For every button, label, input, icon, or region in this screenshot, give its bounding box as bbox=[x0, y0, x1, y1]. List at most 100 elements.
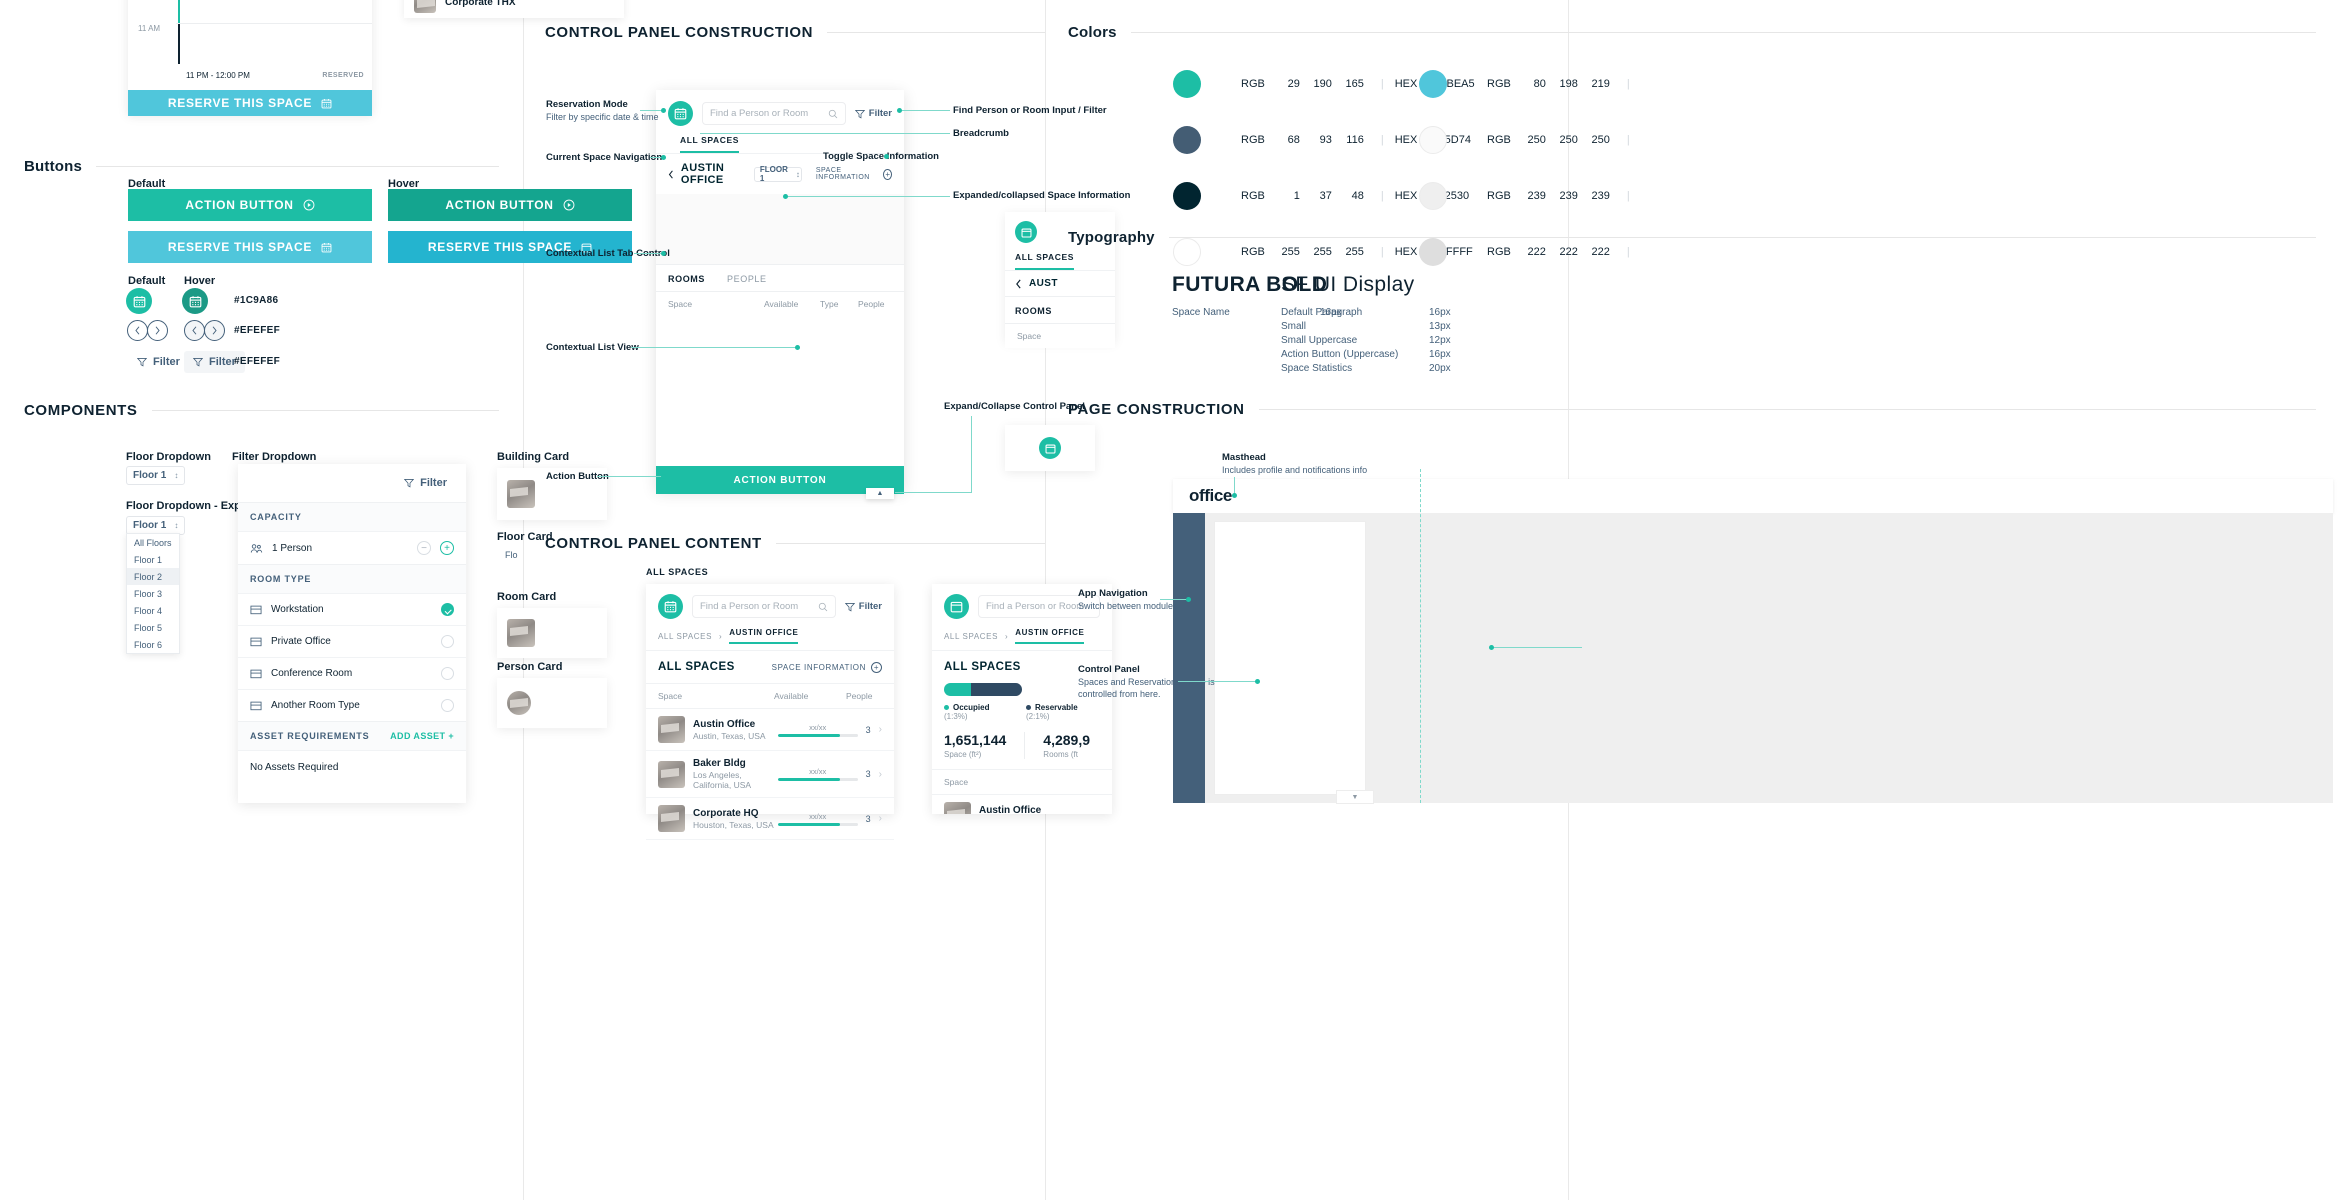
expand-icon-button[interactable] bbox=[1039, 437, 1061, 459]
floor-option[interactable]: Floor 5 bbox=[127, 619, 179, 636]
card-b-reservation-icon[interactable] bbox=[944, 594, 969, 619]
card-a-filter-button[interactable]: Filter bbox=[844, 601, 882, 612]
action-button-default[interactable]: ACTION BUTTON bbox=[128, 189, 372, 221]
floor-option[interactable]: Floor 4 bbox=[127, 602, 179, 619]
person-card[interactable] bbox=[497, 678, 607, 728]
tab-rooms[interactable]: ROOMS bbox=[668, 265, 705, 291]
calendar-reserve-button[interactable]: RESERVE THIS SPACE bbox=[128, 90, 372, 116]
mini-reservation-icon[interactable] bbox=[1015, 221, 1037, 243]
reserve-button-default[interactable]: RESERVE THIS SPACE bbox=[128, 231, 372, 263]
play-icon bbox=[303, 199, 315, 211]
crumb-current[interactable]: AUSTIN OFFICE bbox=[729, 628, 799, 644]
room-icon bbox=[250, 701, 262, 711]
card-a-space-info[interactable]: SPACE INFORMATION + bbox=[772, 661, 882, 673]
chevron-right-icon[interactable]: › bbox=[879, 813, 882, 824]
cp-filter-button[interactable]: Filter bbox=[854, 108, 892, 119]
filter-panel-toggle[interactable]: Filter bbox=[395, 472, 456, 494]
capacity-decrement[interactable]: − bbox=[417, 541, 431, 555]
search-input[interactable]: Find a Person or Room bbox=[702, 102, 846, 125]
type-size: 16px bbox=[1429, 307, 1451, 318]
leader-line bbox=[895, 492, 972, 493]
mini-tab-all-spaces[interactable]: ALL SPACES bbox=[1015, 252, 1075, 270]
chevron-left-icon[interactable] bbox=[668, 169, 674, 180]
legend-occupied-label: Occupied bbox=[953, 703, 990, 712]
prev-button-default[interactable] bbox=[127, 320, 148, 341]
crumb-root[interactable]: ALL SPACES bbox=[658, 632, 712, 641]
space-information-toggle[interactable]: + bbox=[871, 661, 882, 673]
divider: | bbox=[1626, 190, 1630, 202]
crumb-current[interactable]: AUSTIN OFFICE bbox=[1015, 628, 1085, 644]
floor-option[interactable]: All Floors bbox=[127, 534, 179, 551]
room-type-radio[interactable] bbox=[441, 603, 454, 616]
leader-line bbox=[700, 133, 950, 134]
availability-label: xx/xx bbox=[809, 767, 827, 776]
filter-button-default[interactable]: Filter bbox=[128, 351, 189, 373]
floor-selector[interactable]: FLOOR 1 ↕ bbox=[753, 165, 802, 183]
space-information-toggle[interactable]: + bbox=[883, 168, 892, 180]
wireframe-collapse-handle[interactable]: ▼ bbox=[1336, 790, 1374, 804]
mini-tab-rooms[interactable]: ROOMS bbox=[1015, 297, 1052, 323]
add-asset-button[interactable]: ADD ASSET + bbox=[390, 731, 454, 741]
rgb-b: 222 bbox=[1591, 246, 1610, 258]
next-button-default[interactable] bbox=[147, 320, 168, 341]
wireframe-control-panel bbox=[1214, 521, 1366, 795]
room-card-label: Room Card bbox=[497, 591, 557, 603]
people-icon bbox=[250, 543, 263, 553]
reservation-mode-button[interactable] bbox=[668, 101, 693, 126]
room-type-row[interactable]: Private Office bbox=[238, 625, 466, 657]
chevron-left-icon[interactable] bbox=[1015, 278, 1022, 289]
table-row[interactable]: Austin Office Austin, Texas, USA xx/xx 3 › bbox=[646, 709, 894, 751]
crumb-root[interactable]: ALL SPACES bbox=[944, 632, 998, 641]
leader-dot bbox=[897, 108, 902, 113]
prev-button-hover[interactable] bbox=[184, 320, 205, 341]
annotation-breadcrumb: Breadcrumb bbox=[953, 128, 1009, 139]
floor-option[interactable]: Floor 6 bbox=[127, 636, 179, 653]
floor-dropdown[interactable]: Floor 1 ↕ bbox=[126, 466, 186, 485]
legend-occupied: Occupied (1:3%) bbox=[944, 703, 1012, 721]
floor-dropdown-options[interactable]: All Floors Floor 1 Floor 2 Floor 3 Floor 4 Fl… bbox=[126, 533, 180, 654]
annotation-expand-collapse-panel: Expand/Collapse Control Panel bbox=[944, 401, 1085, 412]
chevron-right-icon[interactable]: › bbox=[879, 724, 882, 735]
table-row[interactable]: Baker Bldg Los Angeles, California, USA xx… bbox=[646, 751, 894, 798]
leader-dot bbox=[1255, 679, 1260, 684]
wireframe-app-navigation[interactable] bbox=[1173, 513, 1205, 803]
annotation-sub2: controlled from here. bbox=[1078, 689, 1161, 699]
expand-collapse-mock[interactable] bbox=[1005, 425, 1095, 471]
no-assets-label: No Assets Required bbox=[250, 762, 339, 773]
card-a-reservation-icon[interactable] bbox=[658, 594, 683, 619]
floor-option[interactable]: Floor 2 bbox=[127, 568, 179, 585]
type-name: Small Uppercase bbox=[1281, 335, 1358, 346]
tab-people[interactable]: PEOPLE bbox=[727, 265, 767, 291]
capacity-increment[interactable]: + bbox=[440, 541, 454, 555]
chevron-right-icon[interactable]: › bbox=[879, 769, 882, 780]
action-button-label: ACTION BUTTON bbox=[185, 198, 294, 212]
room-type-row[interactable]: Another Room Type bbox=[238, 689, 466, 721]
table-row[interactable]: Austin OfficeAustin, Texas, USA bbox=[932, 795, 1112, 814]
room-card[interactable] bbox=[497, 608, 607, 658]
collapse-panel-handle[interactable]: ▲ bbox=[866, 488, 894, 499]
room-type-radio[interactable] bbox=[441, 635, 454, 648]
hex-label: HEX bbox=[1394, 190, 1418, 202]
card-a-search-input[interactable]: Find a Person or Room bbox=[692, 595, 836, 618]
calendar-icon bbox=[189, 295, 201, 307]
action-button-hover[interactable]: ACTION BUTTON bbox=[388, 189, 632, 221]
table-row[interactable]: Corporate HQ Houston, Texas, USA xx/xx 3 › bbox=[646, 798, 894, 840]
calendar-icon-button-default[interactable] bbox=[126, 288, 152, 314]
room-type-row[interactable]: Conference Room bbox=[238, 657, 466, 689]
divider: | bbox=[1626, 134, 1630, 146]
rgb-g: 190 bbox=[1313, 78, 1332, 90]
availability-cell: xx/xx bbox=[777, 812, 858, 826]
divider: | bbox=[1380, 134, 1384, 146]
tab-all-spaces[interactable]: ALL SPACES bbox=[680, 135, 740, 153]
room-type-radio[interactable] bbox=[441, 699, 454, 712]
calendar-icon-button-hover[interactable] bbox=[182, 288, 208, 314]
floor-option[interactable]: Floor 1 bbox=[127, 551, 179, 568]
next-button-hover[interactable] bbox=[204, 320, 225, 341]
room-type-row[interactable]: Workstation bbox=[238, 593, 466, 625]
corporate-thx-row[interactable]: Corporate THX bbox=[404, 0, 624, 18]
calendar-time-label: 11 AM bbox=[138, 24, 161, 33]
room-type-radio[interactable] bbox=[441, 667, 454, 680]
legend-occupied-pct: (1:3%) bbox=[944, 712, 968, 721]
leader-line bbox=[631, 347, 798, 348]
floor-option[interactable]: Floor 3 bbox=[127, 585, 179, 602]
